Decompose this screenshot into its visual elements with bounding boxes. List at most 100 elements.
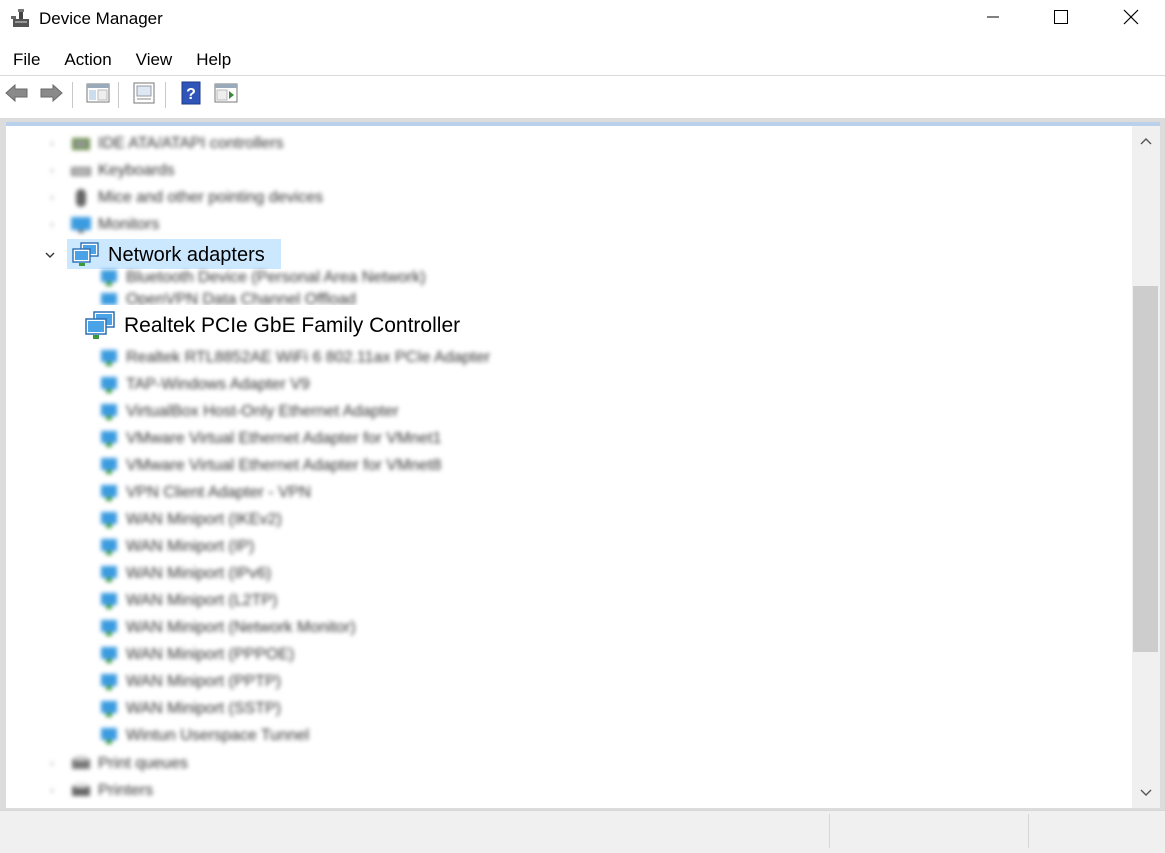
maximize-button[interactable]: [1038, 0, 1084, 38]
tree-device-item[interactable]: WAN Miniport (IPv6): [98, 561, 271, 587]
tree-device-item[interactable]: VMware Virtual Ethernet Adapter for VMne…: [98, 453, 441, 479]
network-adapter-icon: [98, 291, 120, 305]
network-adapter-icon: [98, 375, 120, 395]
forward-button[interactable]: [37, 82, 65, 108]
properties-button[interactable]: [130, 82, 158, 108]
monitor-icon: [70, 215, 92, 235]
tree-category-label: Mice and other pointing devices: [98, 189, 324, 206]
device-tree[interactable]: › IDE ATA/ATAPI controllers › Keyboards …: [6, 126, 1132, 808]
show-action-pane-button[interactable]: [212, 82, 240, 108]
menu-bar: File Action View Help: [0, 44, 243, 74]
tree-category-label: Keyboards: [98, 162, 175, 179]
toolbar-divider: [118, 82, 119, 108]
minimize-button[interactable]: [970, 0, 1016, 38]
print-queue-icon: [70, 754, 92, 774]
close-button[interactable]: [1108, 0, 1154, 38]
tree-category-label: Monitors: [98, 216, 160, 233]
keyboard-icon: [70, 161, 92, 181]
menu-view[interactable]: View: [124, 44, 185, 74]
tree-device-item[interactable]: Wintun Userspace Tunnel: [98, 723, 309, 749]
network-adapter-icon: [98, 429, 120, 449]
tree-device-item[interactable]: OpenVPN Data Channel Offload: [98, 291, 356, 305]
tree-device-item[interactable]: VMware Virtual Ethernet Adapter for VMne…: [98, 426, 441, 452]
tree-device-label: Realtek PCIe GbE Family Controller: [124, 314, 461, 337]
tree-category-print-queues[interactable]: › Print queues: [46, 751, 188, 777]
network-adapter-icon: [98, 268, 120, 288]
tree-device-label: VMware Virtual Ethernet Adapter for VMne…: [126, 430, 442, 447]
tree-device-label: WAN Miniport (PPPOE): [126, 646, 295, 663]
tree-device-item[interactable]: WAN Miniport (L2TP): [98, 588, 277, 614]
help-button[interactable]: ?: [177, 81, 205, 110]
network-adapter-icon: [98, 483, 120, 503]
tree-device-item[interactable]: TAP-Windows Adapter V9: [98, 372, 310, 398]
status-pane-tertiary: [1029, 814, 1164, 848]
network-adapter-icon: [98, 726, 120, 746]
menu-file[interactable]: File: [0, 44, 52, 74]
tree-device-item[interactable]: Realtek RTL8852AE WiFi 6 802.11ax PCIe A…: [98, 345, 490, 371]
network-adapter-icon: [98, 564, 120, 584]
chevron-right-icon[interactable]: ›: [46, 165, 58, 177]
tree-category-label: Print queues: [98, 755, 188, 772]
chevron-up-icon: [1140, 132, 1152, 150]
tree-category-mice[interactable]: › Mice and other pointing devices: [46, 185, 323, 211]
status-pane-main: [0, 814, 830, 848]
show-hide-console-tree-icon: [86, 82, 110, 109]
chevron-down-icon[interactable]: [44, 249, 56, 261]
tree-device-label: Wintun Userspace Tunnel: [126, 727, 310, 744]
ide-controller-icon: [70, 134, 92, 154]
tree-device-item[interactable]: WAN Miniport (IP): [98, 534, 254, 560]
tree-device-item[interactable]: VirtualBox Host-Only Ethernet Adapter: [98, 399, 399, 425]
scroll-thumb[interactable]: [1133, 286, 1158, 652]
chevron-right-icon[interactable]: ›: [46, 138, 58, 150]
network-adapter-icon: [98, 456, 120, 476]
tree-category-label: IDE ATA/ATAPI controllers: [98, 135, 284, 152]
network-adapter-icon: [98, 591, 120, 611]
help-icon: ?: [179, 81, 203, 110]
menu-help[interactable]: Help: [184, 44, 243, 74]
status-bar: [0, 810, 1165, 853]
tree-device-label: Realtek RTL8852AE WiFi 6 802.11ax PCIe A…: [126, 349, 491, 366]
network-adapter-icon: [98, 618, 120, 638]
tree-device-item[interactable]: WAN Miniport (Network Monitor): [98, 615, 356, 641]
toolbar-divider: [72, 82, 73, 108]
tree-device-label: WAN Miniport (IP): [126, 538, 255, 555]
window-title: Device Manager: [39, 9, 163, 28]
chevron-right-icon[interactable]: ›: [46, 785, 58, 797]
tree-category-printers[interactable]: › Printers: [46, 778, 153, 804]
network-adapter-icon: [98, 510, 120, 530]
network-adapter-icon: [84, 311, 118, 341]
minimize-icon: [986, 10, 1000, 29]
tree-category-monitors[interactable]: › Monitors: [46, 212, 159, 238]
tree-device-label: VirtualBox Host-Only Ethernet Adapter: [126, 403, 399, 420]
vertical-scrollbar[interactable]: [1132, 126, 1160, 808]
tree-device-item[interactable]: WAN Miniport (PPTP): [98, 669, 281, 695]
device-manager-app-icon: [10, 7, 32, 29]
status-pane-secondary: [830, 814, 1029, 848]
network-adapter-icon: [98, 537, 120, 557]
tree-device-item[interactable]: WAN Miniport (SSTP): [98, 696, 281, 722]
tree-category-label: Network adapters: [108, 243, 265, 266]
tree-device-label: TAP-Windows Adapter V9: [126, 376, 310, 393]
tree-device-realtek-pcie-gbe[interactable]: Realtek PCIe GbE Family Controller: [84, 310, 460, 342]
tree-category-keyboards[interactable]: › Keyboards: [46, 158, 175, 184]
tree-device-item[interactable]: Bluetooth Device (Personal Area Network): [98, 265, 426, 291]
chevron-right-icon[interactable]: ›: [46, 219, 58, 231]
chevron-down-icon: [1140, 784, 1152, 802]
scroll-down-button[interactable]: [1132, 778, 1160, 808]
menu-separator: [0, 75, 1165, 76]
tree-device-item[interactable]: WAN Miniport (PPPOE): [98, 642, 294, 668]
tree-device-label: OpenVPN Data Channel Offload: [126, 291, 357, 305]
chevron-right-icon[interactable]: ›: [46, 192, 58, 204]
scroll-up-button[interactable]: [1132, 126, 1160, 156]
close-icon: [1123, 9, 1139, 30]
back-button[interactable]: [3, 82, 31, 108]
chevron-right-icon[interactable]: ›: [46, 758, 58, 770]
tree-device-item[interactable]: WAN Miniport (IKEv2): [98, 507, 282, 533]
show-hide-console-tree-button[interactable]: [84, 82, 112, 108]
tree-device-label: VMware Virtual Ethernet Adapter for VMne…: [126, 457, 442, 474]
tree-category-ide[interactable]: › IDE ATA/ATAPI controllers: [46, 131, 284, 157]
network-adapter-icon: [98, 672, 120, 692]
menu-action[interactable]: Action: [52, 44, 123, 74]
tree-device-item[interactable]: VPN Client Adapter - VPN: [98, 480, 311, 506]
maximize-icon: [1053, 9, 1069, 30]
